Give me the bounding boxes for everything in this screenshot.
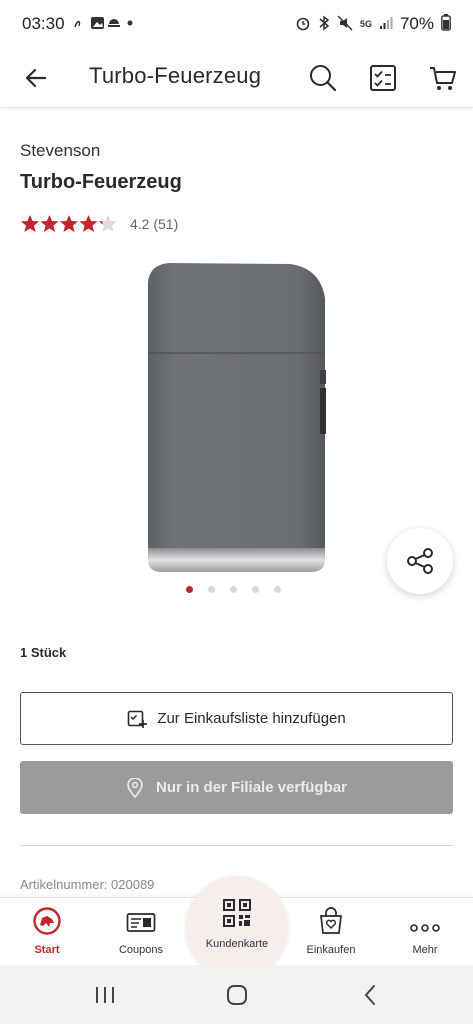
notification-icons <box>73 16 135 33</box>
star-icon <box>40 215 59 232</box>
qr-code-icon <box>223 898 251 930</box>
store-only-button: Nur in der Filiale verfügbar <box>20 761 453 814</box>
star-icon <box>21 215 39 232</box>
share-button[interactable] <box>387 528 453 594</box>
search-icon <box>310 65 337 92</box>
recent-apps-icon <box>96 987 114 1003</box>
location-pin-icon <box>127 777 143 798</box>
image-pagination <box>186 586 281 593</box>
nav-kundenkarte[interactable]: Kundenkarte <box>186 876 288 978</box>
star-partial-icon <box>99 215 117 232</box>
nav-einkaufen[interactable]: Einkaufen <box>298 898 364 966</box>
nav-mehr-label: Mehr <box>412 944 438 956</box>
rating-text: 4.2 (51) <box>130 216 179 232</box>
home-icon <box>227 985 247 1005</box>
app-bar: Turbo-Feuerzeug <box>0 48 473 108</box>
signal-icon <box>379 16 393 33</box>
add-to-list-label: Zur Einkaufsliste hinzufügen <box>157 710 346 727</box>
home-logo-icon <box>33 907 61 938</box>
system-navigation-bar <box>0 965 473 1024</box>
nav-start-label: Start <box>34 944 60 956</box>
status-time: 03:30 <box>22 14 65 33</box>
chevron-left-icon <box>364 985 375 1005</box>
recent-apps-button[interactable] <box>85 979 125 1011</box>
arrow-left-icon <box>25 68 47 88</box>
rating-stars <box>20 214 118 234</box>
network-5g-icon: 5G <box>359 18 372 29</box>
back-button[interactable] <box>18 60 54 96</box>
pagination-dot[interactable] <box>252 586 259 593</box>
shopping-list-button[interactable] <box>363 58 403 98</box>
checklist-icon <box>370 65 396 91</box>
divider <box>20 845 453 846</box>
nav-start[interactable]: Start <box>14 898 80 966</box>
product-rating[interactable]: 4.2 (51) <box>20 212 178 236</box>
nav-kundenkarte-label: Kundenkarte <box>205 937 269 950</box>
coupon-icon <box>126 911 156 938</box>
pagination-dot[interactable] <box>230 586 237 593</box>
nav-coupons[interactable]: Coupons <box>108 898 174 966</box>
system-back-button[interactable] <box>350 979 390 1011</box>
add-list-icon <box>127 710 148 728</box>
home-button[interactable] <box>217 979 257 1011</box>
store-only-label: Nur in der Filiale verfügbar <box>156 779 347 796</box>
shopping-bag-icon <box>317 907 345 938</box>
nav-mehr[interactable]: Mehr <box>392 898 458 966</box>
alarm-icon <box>295 15 311 34</box>
page-title: Turbo-Feuerzeug <box>89 63 262 88</box>
product-name: Turbo-Feuerzeug <box>20 171 182 193</box>
battery-level: 70% <box>399 14 434 33</box>
star-icon <box>60 215 78 232</box>
pagination-dot[interactable] <box>274 586 281 593</box>
product-brand: Stevenson <box>20 141 101 160</box>
cart-icon <box>430 67 456 90</box>
status-bar: 03:30 5G 70% <box>0 0 473 48</box>
more-dots-icon <box>409 921 441 938</box>
pagination-dot[interactable] <box>186 586 193 593</box>
share-icon <box>407 548 433 574</box>
battery-icon <box>441 14 451 34</box>
product-unit: 1 Stück <box>20 645 67 660</box>
star-icon <box>79 215 98 232</box>
nav-coupons-label: Coupons <box>118 944 164 956</box>
mute-icon <box>337 14 353 34</box>
nav-einkaufen-label: Einkaufen <box>306 944 356 956</box>
search-button[interactable] <box>303 58 343 98</box>
bluetooth-icon <box>318 15 330 34</box>
cart-button[interactable] <box>423 58 463 98</box>
add-to-shopping-list-button[interactable]: Zur Einkaufsliste hinzufügen <box>20 692 453 745</box>
article-number: Artikelnummer: 020089 <box>20 877 155 892</box>
product-image[interactable] <box>140 260 335 580</box>
pagination-dot[interactable] <box>208 586 215 593</box>
